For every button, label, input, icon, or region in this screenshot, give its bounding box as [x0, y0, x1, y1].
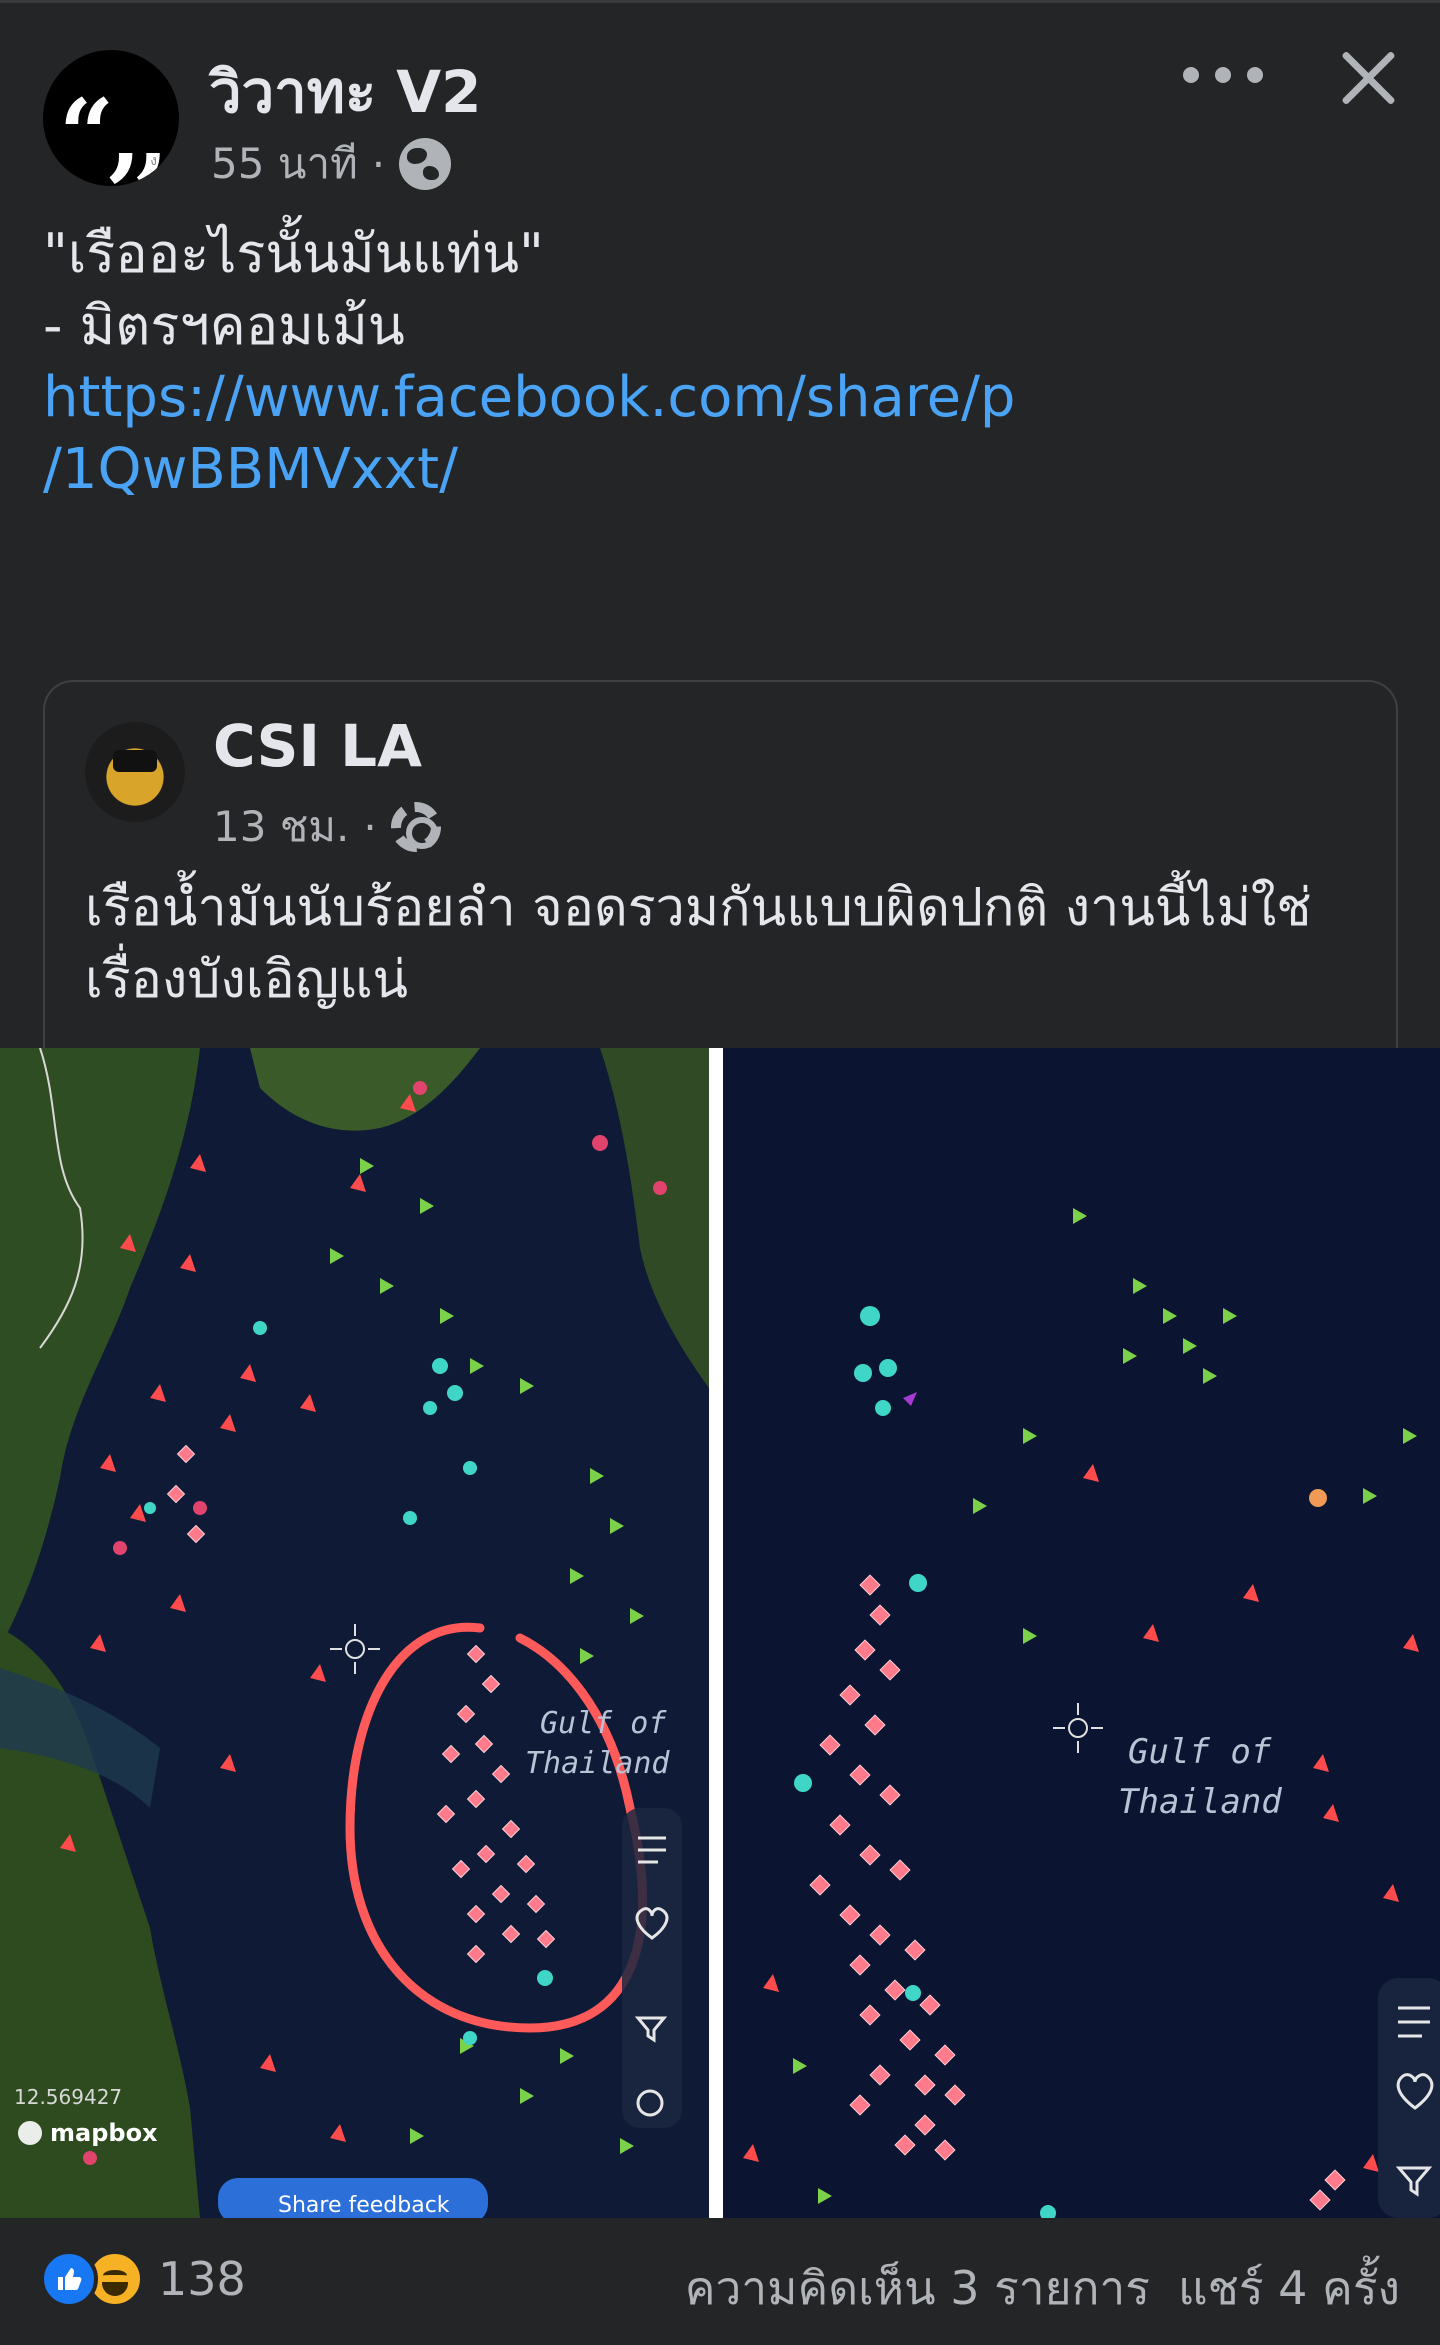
mapbox-logo-icon	[18, 2121, 42, 2145]
reaction-count: 138	[158, 2252, 246, 2306]
post-footer: 138 ความคิดเห็น 3 รายการ แชร์ 4 ครั้ง	[0, 2218, 1440, 2345]
shared-post-meta: 13 ชม. ·	[213, 794, 441, 860]
globe-icon	[399, 138, 452, 190]
avatar-quote-mark: “,,	[58, 78, 169, 186]
map-left-label-2: Thailand	[525, 1746, 670, 1781]
page-name[interactable]: วิวาทะ V2	[209, 45, 482, 138]
engagement-stats: ความคิดเห็น 3 รายการ แชร์ 4 ครั้ง	[685, 2252, 1400, 2325]
page-avatar[interactable]: “,, ง	[43, 50, 179, 186]
photo-divider	[709, 1048, 723, 2218]
shared-page-name[interactable]: CSI LA	[213, 712, 422, 780]
map-left-label-1: Gulf of	[540, 1706, 667, 1741]
like-icon	[40, 2250, 98, 2308]
map-left-toolbar	[622, 1808, 682, 2128]
shared-page-avatar[interactable]	[85, 722, 185, 822]
close-icon[interactable]	[1333, 43, 1403, 113]
shares-count-link[interactable]: แชร์ 4 ครั้ง	[1178, 2252, 1400, 2325]
shared-post-card[interactable]: CSI LA 13 ชม. · เรือน้ำมันนับร้อยลำ จอดร…	[43, 680, 1398, 1100]
map-right-label-2: Thailand	[1118, 1782, 1282, 1822]
map-photo-left[interactable]: Gulf of Thailand 12.569427 mapbox Share …	[0, 1048, 709, 2218]
post-time[interactable]: 55 นาที	[211, 131, 358, 197]
more-options-button[interactable]	[1183, 55, 1263, 95]
more-dot-icon	[1247, 67, 1263, 83]
facebook-post: “,, ง วิวาทะ V2 55 นาที · "เรืออะไรนั้นม…	[0, 0, 1440, 2345]
post-meta: 55 นาที ·	[211, 131, 452, 197]
share-link-line-1[interactable]: https://www.facebook.com/share/p	[43, 362, 1403, 434]
share-link-line-2[interactable]: /1QwBBMVxxt/	[43, 434, 1403, 506]
meta-separator: ·	[371, 139, 386, 189]
reaction-summary[interactable]: 138	[40, 2250, 246, 2308]
meta-separator: ·	[363, 802, 377, 852]
post-body-line: - มิตรฯคอมเม้น	[43, 294, 405, 357]
share-feedback-label: Share feedback	[278, 2193, 450, 2218]
map-right-label-1: Gulf of	[1128, 1732, 1272, 1772]
map-right-svg: Gulf of Thailand	[723, 1048, 1440, 2218]
map-right-toolbar	[1378, 1978, 1440, 2218]
post-body-line: "เรืออะไรนั้นมันแท่น"	[43, 222, 544, 285]
more-dot-icon	[1215, 67, 1231, 83]
comments-count-link[interactable]: ความคิดเห็น 3 รายการ	[685, 2252, 1150, 2325]
more-dot-icon	[1183, 67, 1199, 83]
map-coordinate: 12.569427	[14, 2085, 122, 2109]
post-body: "เรืออะไรนั้นมันแท่น" - มิตรฯคอมเม้น htt…	[43, 218, 1403, 506]
shared-post-text: เรือน้ำมันนับร้อยลำ จอดรวมกันแบบผิดปกติ …	[85, 878, 1312, 1010]
post-photos[interactable]: Gulf of Thailand 12.569427 mapbox Share …	[0, 1048, 1440, 2218]
shared-post-time[interactable]: 13 ชม.	[213, 794, 349, 860]
map-left-svg: Gulf of Thailand 12.569427 mapbox Share …	[0, 1048, 709, 2218]
mapbox-brand: mapbox	[50, 2119, 158, 2147]
avatar-small-glyph: ง	[150, 153, 157, 169]
post-header: “,, ง วิวาทะ V2 55 นาที ·	[43, 45, 1403, 195]
map-photo-right[interactable]: Gulf of Thailand	[723, 1048, 1440, 2218]
gear-icon	[390, 802, 441, 852]
